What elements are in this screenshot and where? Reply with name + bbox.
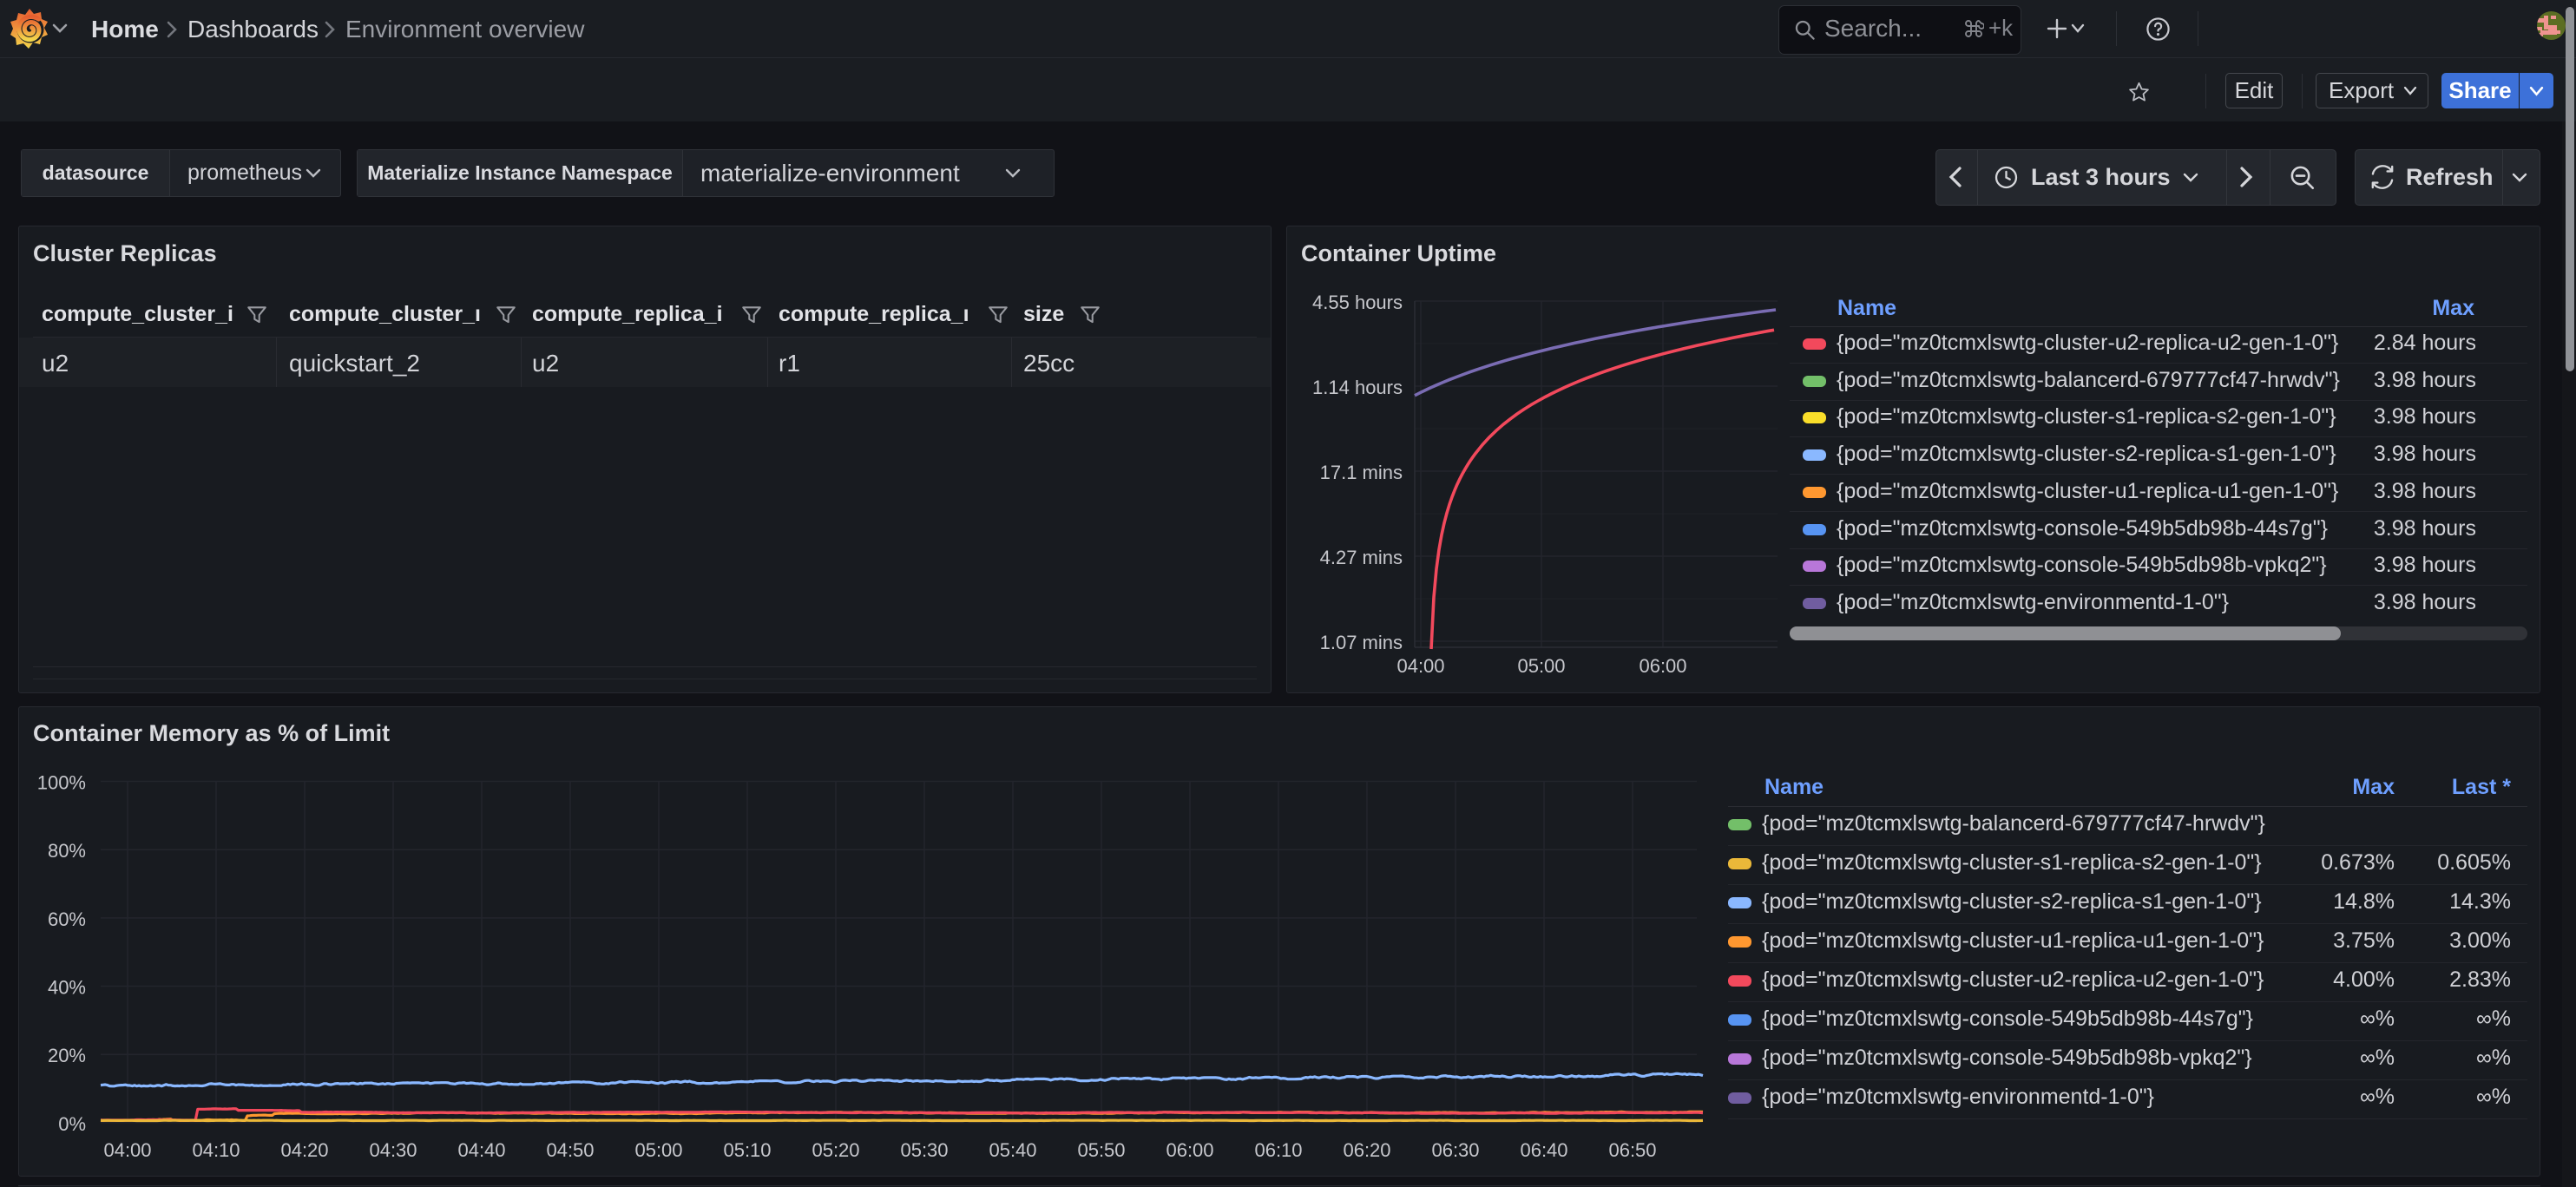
svg-text:17.1 mins: 17.1 mins [1320,462,1403,483]
svg-text:06:10: 06:10 [1254,1139,1302,1161]
svg-text:05:30: 05:30 [900,1139,948,1161]
svg-text:60%: 60% [48,908,86,930]
svg-text:80%: 80% [48,840,86,862]
svg-text:06:00: 06:00 [1166,1139,1213,1161]
svg-text:4.55 hours: 4.55 hours [1312,292,1403,313]
svg-text:4.27 mins: 4.27 mins [1320,547,1403,568]
svg-text:05:50: 05:50 [1077,1139,1125,1161]
svg-text:06:30: 06:30 [1431,1139,1479,1161]
svg-text:05:00: 05:00 [634,1139,682,1161]
svg-text:06:20: 06:20 [1343,1139,1390,1161]
svg-text:04:00: 04:00 [103,1139,151,1161]
svg-text:05:10: 05:10 [723,1139,771,1161]
svg-text:06:50: 06:50 [1608,1139,1656,1161]
svg-text:05:00: 05:00 [1517,655,1565,677]
svg-text:40%: 40% [48,977,86,999]
svg-text:05:20: 05:20 [812,1139,859,1161]
svg-text:05:40: 05:40 [989,1139,1036,1161]
svg-text:20%: 20% [48,1045,86,1066]
svg-text:04:40: 04:40 [457,1139,505,1161]
svg-text:04:00: 04:00 [1396,655,1444,677]
svg-text:100%: 100% [37,772,86,794]
svg-text:1.14 hours: 1.14 hours [1312,377,1403,398]
svg-text:06:00: 06:00 [1639,655,1686,677]
svg-text:0%: 0% [58,1113,86,1135]
svg-text:04:20: 04:20 [280,1139,328,1161]
svg-text:1.07 mins: 1.07 mins [1320,632,1403,653]
svg-text:04:30: 04:30 [369,1139,417,1161]
svg-text:04:10: 04:10 [192,1139,240,1161]
svg-text:04:50: 04:50 [546,1139,594,1161]
svg-text:06:40: 06:40 [1520,1139,1567,1161]
